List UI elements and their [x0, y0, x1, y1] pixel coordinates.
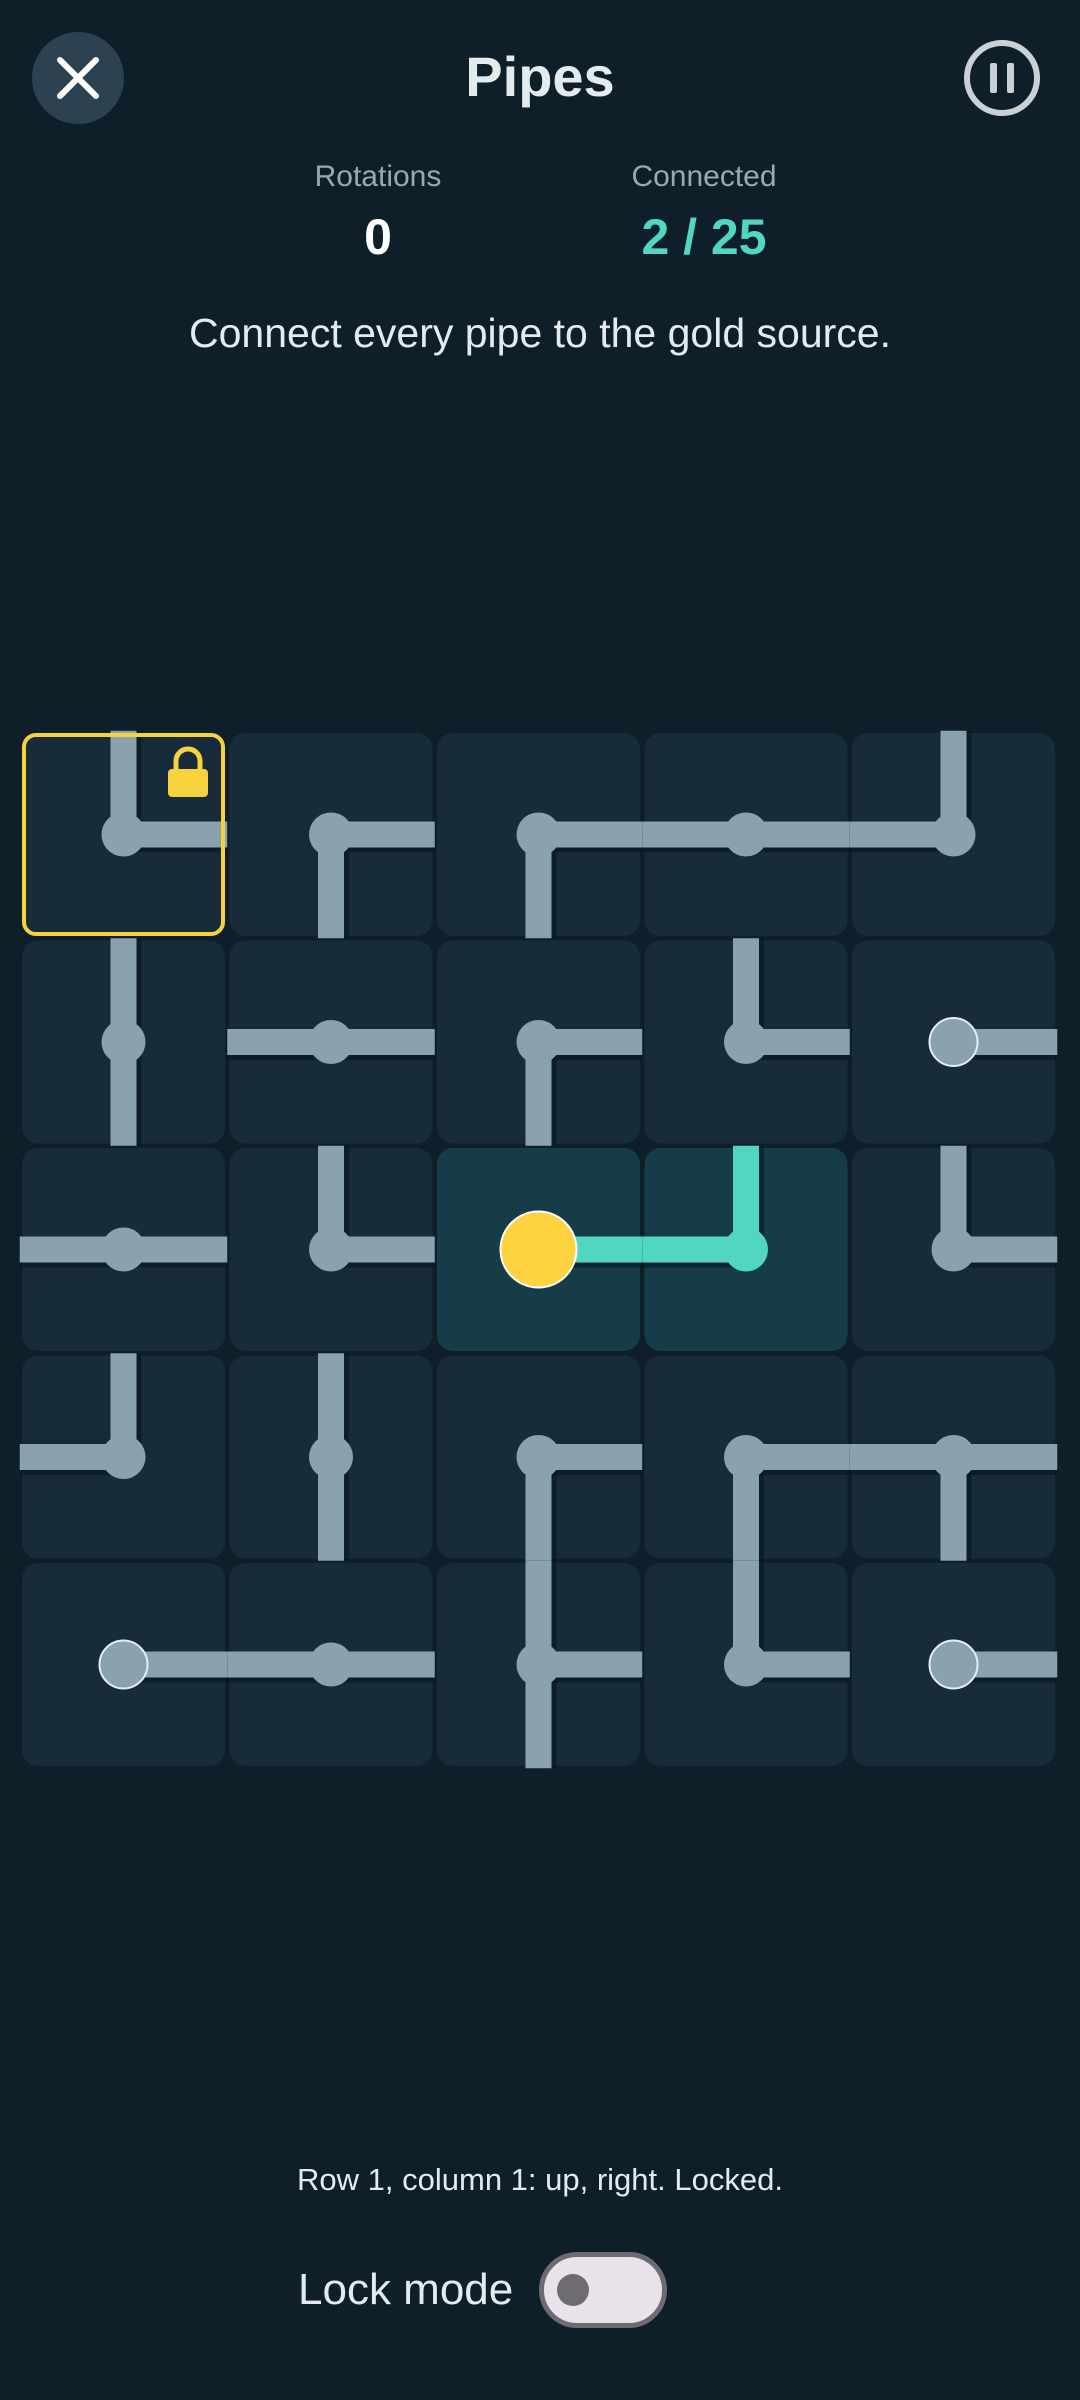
pipe-joint: [516, 1020, 561, 1064]
pipe-endpoint: [98, 1639, 149, 1690]
pipe-joint: [309, 1227, 353, 1272]
pipe-joint: [309, 1642, 353, 1687]
pipe-joint: [309, 1020, 353, 1064]
lock-mode-label: Lock mode: [298, 2265, 514, 2314]
pipe-endpoint: [928, 1639, 979, 1690]
pipe-joint: [516, 1642, 561, 1687]
gold-source: [499, 1210, 578, 1289]
pipe-joint: [101, 1435, 146, 1479]
selection-status: Row 1, column 1: up, right. Locked.: [297, 2162, 783, 2197]
pipe-joint: [724, 812, 768, 857]
pipe-joint: [516, 1435, 561, 1479]
lock-mode-row: Lock mode: [298, 2252, 668, 2328]
pipe-joint: [931, 812, 976, 857]
pipe-joint: [724, 1020, 768, 1064]
pipe-joint: [309, 1435, 353, 1479]
pipe-joint: [101, 1020, 146, 1064]
pipe-joint: [724, 1642, 768, 1687]
pipe-joint: [516, 812, 561, 857]
pipe-board: [19, 730, 1058, 1769]
pipe-joint: [101, 1227, 146, 1272]
pipe-joint: [309, 812, 353, 857]
toggle-knob: [557, 2274, 590, 2306]
pipe-joint: [724, 1435, 768, 1479]
pipe-joint: [101, 812, 146, 857]
pipe-endpoint: [928, 1017, 979, 1067]
pipe-joint: [724, 1227, 768, 1272]
pipe-joint: [931, 1227, 976, 1272]
pipe-joint: [931, 1435, 976, 1479]
lock-mode-toggle[interactable]: [539, 2252, 668, 2328]
